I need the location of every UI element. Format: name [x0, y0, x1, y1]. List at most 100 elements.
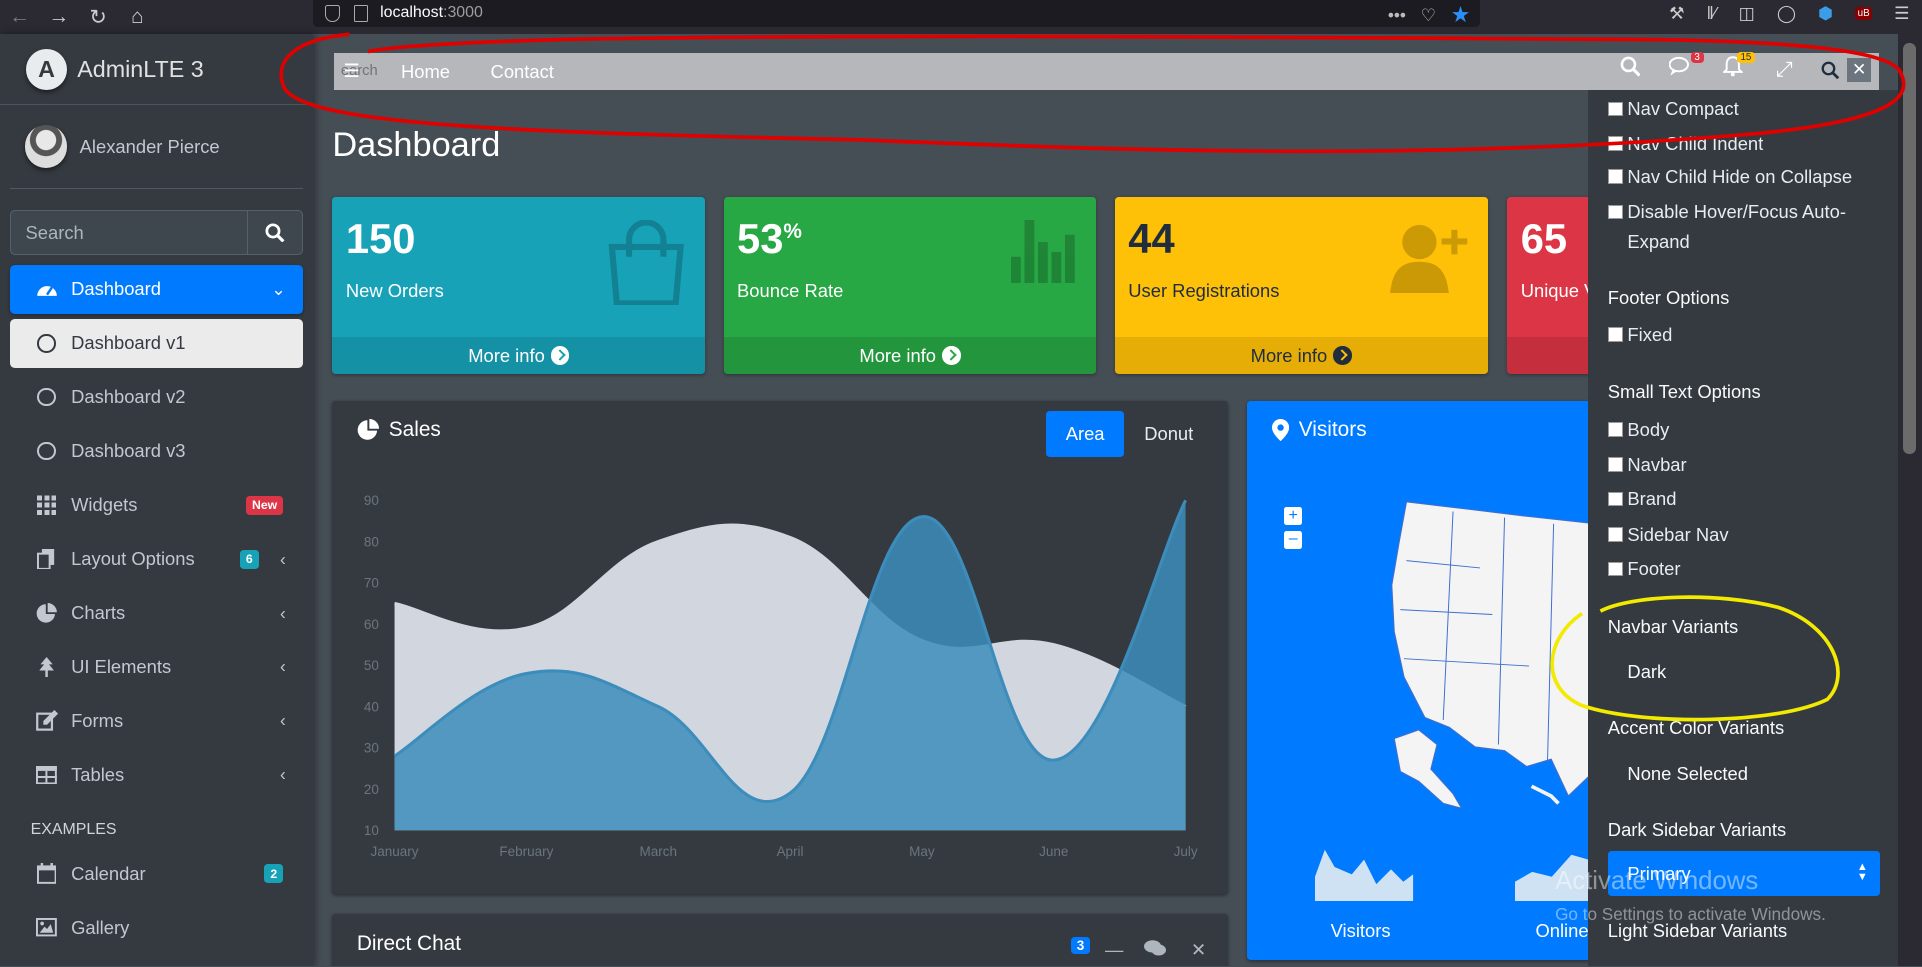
- accent-variant-none[interactable]: None Selected: [1627, 763, 1748, 785]
- navbar-contact-link[interactable]: Contact: [491, 61, 554, 83]
- sidebar-item-forms[interactable]: Forms ‹: [10, 696, 303, 745]
- sidebar-item-dashboard-v1[interactable]: Dashboard v1: [9, 318, 303, 368]
- option-small-sidebar-nav[interactable]: Sidebar Nav: [1607, 520, 1878, 549]
- sidebar-item-label: Gallery: [71, 916, 130, 938]
- checkbox[interactable]: [1607, 136, 1623, 151]
- option-nav-child-indent[interactable]: Nav Child Indent: [1607, 129, 1878, 158]
- page-actions-icon[interactable]: •••: [1388, 5, 1406, 26]
- shield-icon[interactable]: [324, 4, 340, 23]
- checkbox[interactable]: [1607, 169, 1623, 184]
- sidebar-item-widgets[interactable]: Widgets New: [10, 481, 303, 530]
- wrench-icon[interactable]: ⚒: [1669, 3, 1684, 24]
- sidebar-item-ui-elements[interactable]: UI Elements ‹: [10, 642, 303, 691]
- count-badge: 2: [264, 864, 284, 884]
- bell-icon[interactable]: 15: [1718, 51, 1756, 83]
- y-tick-label: 10: [364, 823, 379, 838]
- navbar-variants-header: Navbar Variants: [1607, 615, 1739, 637]
- bookmark-star-icon[interactable]: ★: [1451, 2, 1471, 28]
- home-icon[interactable]: ⌂: [118, 0, 157, 34]
- sidebar-search-button[interactable]: [246, 209, 303, 256]
- main-navbar: earch ☰ Home Contact 3 15 ⤢ ✕: [333, 51, 1879, 90]
- more-info-link[interactable]: More info: [332, 337, 706, 375]
- navbar-home-link[interactable]: Home: [401, 61, 450, 83]
- chat-count-badge: 3: [1070, 936, 1091, 955]
- url-port: :3000: [443, 4, 483, 22]
- reload-icon[interactable]: ↻: [78, 0, 117, 34]
- chart-pie-icon: [34, 602, 59, 624]
- visitors-card: Visitors + – Visitors Online: [1247, 401, 1597, 961]
- search-close-icon[interactable]: ✕: [1821, 57, 1872, 83]
- sidebar-toggle-icon[interactable]: ◫: [1739, 3, 1755, 24]
- sidebar-item-dashboard-v3[interactable]: Dashboard v3: [10, 427, 303, 476]
- sidebar-item-charts[interactable]: Charts ‹: [10, 588, 303, 637]
- sidebar-menu-examples: Calendar 2 Gallery: [10, 849, 303, 952]
- pocket-icon[interactable]: ♡: [1421, 5, 1436, 26]
- circle-icon: [34, 388, 59, 407]
- sidebar-item-layout-options[interactable]: Layout Options 6 ‹: [10, 535, 303, 584]
- sidebar-search-input[interactable]: Search: [9, 209, 247, 256]
- option-small-body[interactable]: Body: [1607, 415, 1878, 444]
- option-small-footer[interactable]: Footer: [1607, 554, 1878, 583]
- checkbox[interactable]: [1607, 421, 1623, 437]
- circle-icon: [34, 442, 59, 461]
- stat-label: New Orders: [345, 279, 444, 301]
- scrollbar-thumb[interactable]: [1903, 42, 1916, 454]
- pushmenu-icon[interactable]: ☰: [343, 60, 359, 82]
- option-small-brand[interactable]: Brand: [1607, 484, 1878, 513]
- sidebar-item-dashboard[interactable]: Dashboard ⌄: [9, 264, 303, 314]
- chevron-left-icon: ‹: [280, 548, 286, 569]
- option-disable-hover[interactable]: Disable Hover/Focus Auto-Expand: [1607, 197, 1878, 256]
- sidebar-item-dashboard-v2[interactable]: Dashboard v2: [10, 373, 303, 422]
- card-title: Direct Chat: [356, 932, 462, 956]
- stats-bars-icon: [1010, 219, 1077, 290]
- checkbox[interactable]: [1607, 491, 1623, 507]
- search-icon[interactable]: [1615, 56, 1644, 83]
- option-nav-compact[interactable]: Nav Compact: [1607, 94, 1878, 123]
- checkbox[interactable]: [1607, 457, 1623, 473]
- brand-link[interactable]: A AdminLTE 3: [0, 34, 313, 106]
- option-small-navbar[interactable]: Navbar: [1607, 450, 1878, 479]
- checkbox[interactable]: [1607, 327, 1623, 343]
- close-icon[interactable]: ✕: [1846, 57, 1872, 83]
- sidebar-item-tables[interactable]: Tables ‹: [10, 750, 303, 799]
- account-icon[interactable]: ◯: [1777, 3, 1796, 24]
- ublock-icon[interactable]: uB: [1855, 6, 1873, 21]
- x-tick-label: July: [1174, 844, 1198, 859]
- messages-icon[interactable]: 3: [1667, 51, 1704, 83]
- checkbox[interactable]: [1607, 101, 1623, 117]
- address-bar[interactable]: localhost:3000 ••• ♡ ★: [312, 0, 1481, 28]
- expand-icon[interactable]: ⤢: [1770, 58, 1799, 82]
- tree-icon: [34, 656, 59, 678]
- more-info-link[interactable]: More info: [723, 337, 1097, 375]
- checkbox[interactable]: [1607, 204, 1623, 220]
- sidebar-search: Search: [9, 209, 303, 256]
- user-panel[interactable]: Alexander Pierce: [9, 105, 303, 189]
- chevron-left-icon: ‹: [280, 764, 286, 785]
- navbar-right: 3 15 ⤢ ✕: [1615, 51, 1872, 83]
- user-name[interactable]: Alexander Pierce: [80, 136, 220, 158]
- sidebar-item-gallery[interactable]: Gallery: [10, 903, 303, 952]
- library-icon[interactable]: ‖⁄: [1707, 3, 1717, 24]
- back-icon[interactable]: ←: [0, 0, 39, 34]
- navbar-variant-dark[interactable]: Dark: [1627, 661, 1666, 683]
- checkbox[interactable]: [1607, 561, 1623, 577]
- minimize-icon[interactable]: —: [1105, 939, 1123, 961]
- dark-sidebar-variants-header: Dark Sidebar Variants: [1607, 819, 1787, 841]
- menu-icon[interactable]: ☰: [1894, 3, 1909, 24]
- activate-windows-title: Activate Windows: [1555, 867, 1759, 896]
- sidebar-item-calendar[interactable]: Calendar 2: [10, 849, 303, 898]
- close-icon[interactable]: ✕: [1191, 939, 1206, 961]
- checkbox[interactable]: [1607, 527, 1623, 543]
- comments-icon[interactable]: [1144, 939, 1167, 962]
- sidebar-item-label: Tables: [71, 763, 125, 785]
- y-tick-label: 60: [364, 617, 379, 632]
- sales-area-chart: 10 20 30 40 50 60 70 80 90 January February March Ap…: [364, 493, 1198, 859]
- more-info-link[interactable]: More info: [1114, 337, 1488, 375]
- option-nav-child-hide[interactable]: Nav Child Hide on Collapse: [1607, 162, 1878, 191]
- usa-map: [1391, 500, 1597, 810]
- option-footer-fixed[interactable]: Fixed: [1607, 320, 1878, 349]
- arrow-circle-right-icon: [1333, 346, 1352, 365]
- brand-text: AdminLTE 3: [77, 55, 204, 82]
- forward-icon[interactable]: →: [39, 0, 78, 34]
- extension-icon[interactable]: ⬢: [1818, 3, 1833, 24]
